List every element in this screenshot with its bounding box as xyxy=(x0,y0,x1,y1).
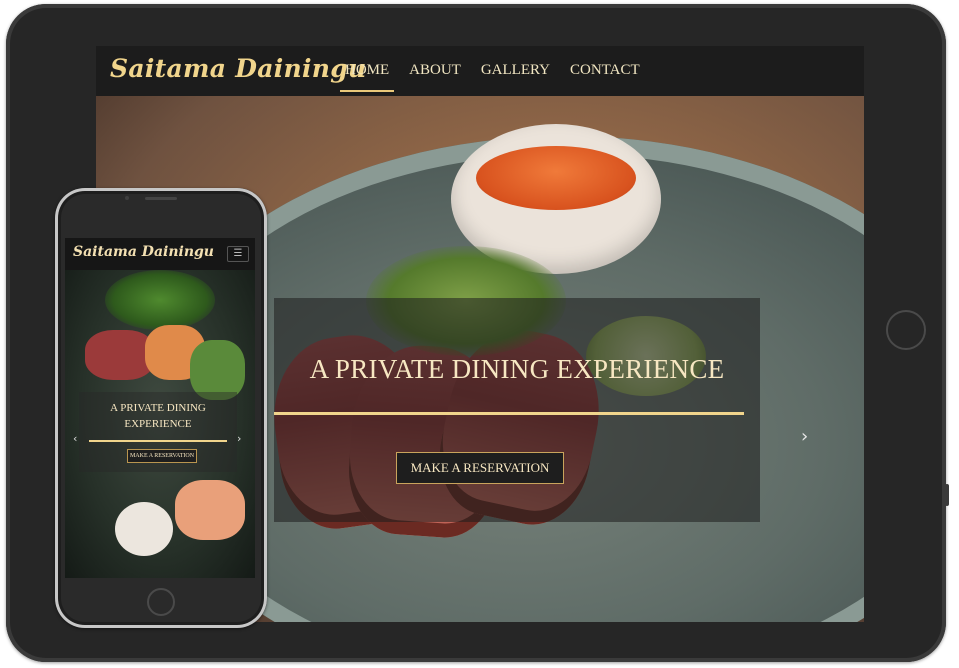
phone-speaker xyxy=(145,197,177,200)
mobile-hero-image-garnish xyxy=(105,270,215,330)
mobile-navbar: Saitama Dainingu ☰ xyxy=(65,238,255,270)
hamburger-menu-icon[interactable]: ☰ xyxy=(227,246,249,262)
mobile-hero-divider xyxy=(89,440,227,442)
phone-camera xyxy=(125,196,129,200)
mobile-hero-image-shrimp xyxy=(175,480,245,540)
hero-divider xyxy=(274,412,744,415)
carousel-next-icon[interactable]: › xyxy=(801,426,808,447)
nav-item-contact[interactable]: CONTACT xyxy=(565,46,645,96)
mobile-carousel-next-icon[interactable]: › xyxy=(237,432,241,445)
mobile-hero-caption: A PRIVATE DINING EXPERIENCE MAKE A RESER… xyxy=(79,392,237,472)
mobile-site-logo[interactable]: Saitama Dainingu xyxy=(73,244,214,260)
nav-item-gallery[interactable]: GALLERY xyxy=(476,46,555,96)
phone-home-button xyxy=(147,588,175,616)
mobile-carousel-prev-icon[interactable]: ‹ xyxy=(73,432,77,445)
hero-heading: A PRIVATE DINING EXPERIENCE xyxy=(309,354,725,384)
nav-item-about[interactable]: ABOUT xyxy=(404,46,466,96)
mobile-hero-heading: A PRIVATE DINING EXPERIENCE xyxy=(110,402,206,430)
mobile-hero-image-dumpling xyxy=(115,502,173,556)
site-logo[interactable]: Saitama Dainingu xyxy=(110,54,367,83)
phone-screen: Saitama Dainingu ☰ A PRIVATE DINING EXPE… xyxy=(65,238,255,578)
make-reservation-button[interactable]: MAKE A RESERVATION xyxy=(396,452,564,484)
main-menu: HOME ABOUT GALLERY CONTACT xyxy=(340,46,645,96)
mobile-hero-carousel: A PRIVATE DINING EXPERIENCE MAKE A RESER… xyxy=(65,270,255,578)
navbar: Saitama Dainingu HOME ABOUT GALLERY CONT… xyxy=(96,46,864,96)
hero-caption: A PRIVATE DINING EXPERIENCE MAKE A RESER… xyxy=(274,298,760,522)
nav-item-home[interactable]: HOME xyxy=(340,46,395,96)
mobile-make-reservation-button[interactable]: MAKE A RESERVATION xyxy=(127,449,197,463)
tablet-home-button xyxy=(886,310,926,350)
mobile-hero-image-cucumber xyxy=(190,340,245,400)
tablet-side-button xyxy=(945,484,949,506)
phone-device: Saitama Dainingu ☰ A PRIVATE DINING EXPE… xyxy=(55,188,267,628)
